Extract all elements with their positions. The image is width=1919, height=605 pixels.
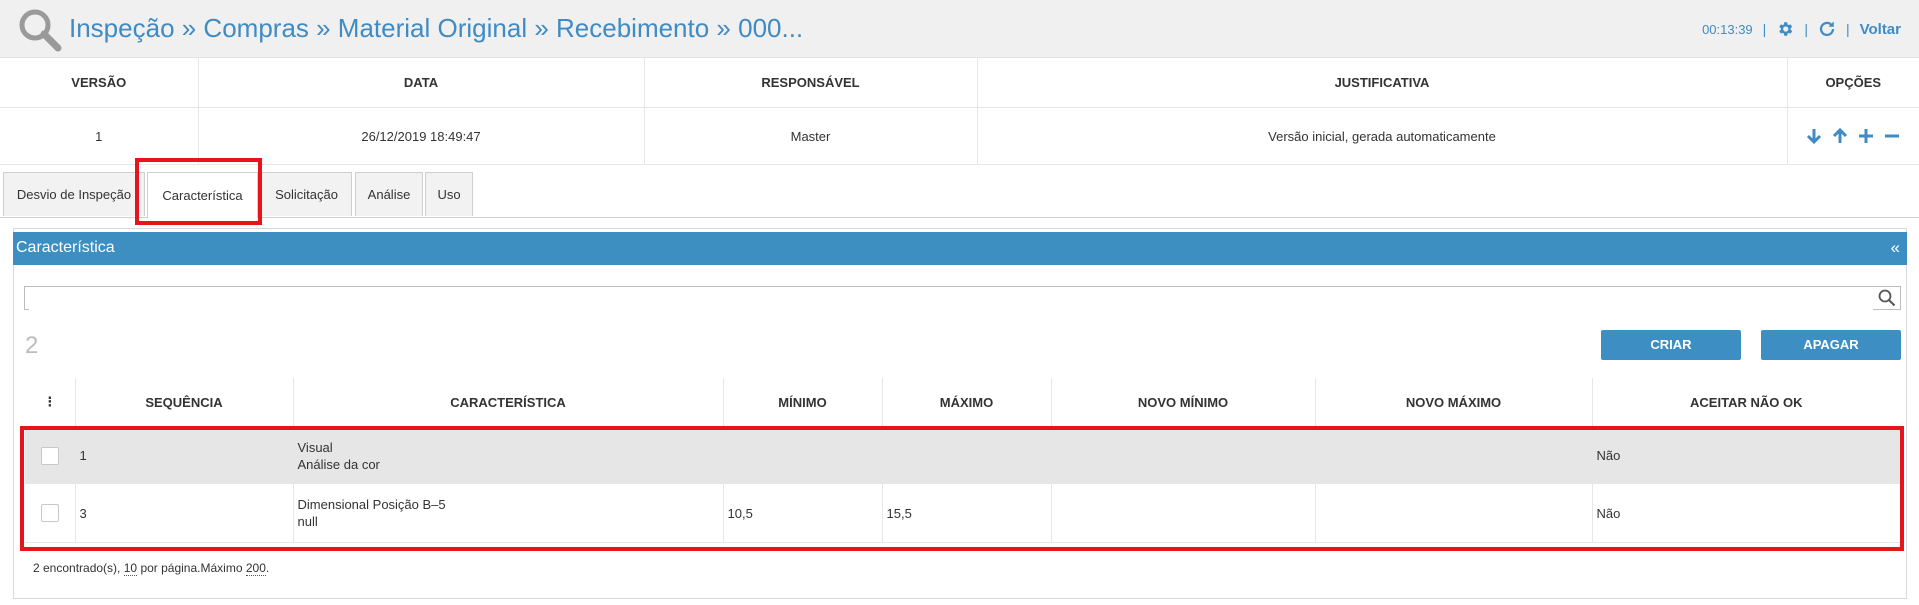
column-header-maximum[interactable]: MÁXIMO	[882, 378, 1052, 427]
version-number: 1	[0, 107, 199, 165]
arrow-up-icon[interactable]	[1832, 128, 1848, 144]
gear-icon[interactable]	[1776, 20, 1794, 38]
arrow-down-icon[interactable]	[1806, 128, 1822, 144]
separator: |	[1845, 21, 1850, 37]
breadcrumb: Inspeção » Compras » Material Original »…	[69, 13, 804, 43]
separator: |	[1804, 21, 1808, 37]
per-page-select[interactable]: 10	[123, 561, 138, 576]
plus-icon[interactable]	[1858, 128, 1874, 144]
app-header: Inspeção » Compras » Material Original »…	[0, 0, 1919, 58]
column-header-characteristic[interactable]: CARACTERÍSTICA	[293, 378, 724, 427]
max-select[interactable]: 200	[245, 561, 266, 576]
version-date: 26/12/2019 18:49:47	[198, 107, 645, 165]
create-button[interactable]: CRIAR	[1601, 330, 1741, 360]
version-row: 1 26/12/2019 18:49:47 Master Versão inic…	[0, 107, 1919, 165]
separator: |	[1762, 21, 1767, 37]
footer-end: .	[265, 561, 270, 575]
pagination-info: 2 encontrado(s), 10 por página.Máximo 20…	[33, 561, 270, 576]
table-header-row: ⋮ SEQUÊNCIA CARACTERÍSTICA MÍNIMO MÁXIMO…	[25, 378, 1900, 427]
session-timer: 00:13:39	[1702, 21, 1753, 37]
column-header-options: OPÇÕES	[1787, 57, 1919, 108]
tab-bar: Desvio de Inspeção Característica Solici…	[0, 170, 1919, 218]
column-menu-button[interactable]: ⋮	[25, 378, 76, 427]
column-header-minimum[interactable]: MÍNIMO	[723, 378, 883, 427]
rows-highlight-box	[20, 426, 1904, 551]
panel-header: Característica «	[13, 232, 1907, 265]
refresh-icon[interactable]	[1818, 20, 1836, 38]
minus-icon[interactable]	[1884, 128, 1900, 144]
version-justification: Versão inicial, gerada automaticamente	[977, 107, 1788, 165]
back-link[interactable]: Voltar	[1860, 21, 1901, 38]
column-header-justification: JUSTIFICATIVA	[977, 57, 1788, 108]
column-header-new-maximum[interactable]: NOVO MÁXIMO	[1315, 378, 1593, 427]
versions-header-row: VERSÃO DATA RESPONSÁVEL JUSTIFICATIVA OP…	[0, 57, 1919, 108]
versions-table: VERSÃO DATA RESPONSÁVEL JUSTIFICATIVA OP…	[0, 57, 1919, 165]
column-header-date: DATA	[198, 57, 645, 108]
column-header-sequence[interactable]: SEQUÊNCIA	[75, 378, 294, 427]
tab-analise[interactable]: Análise	[355, 172, 423, 216]
tab-highlight-box	[135, 158, 262, 225]
tab-uso[interactable]: Uso	[425, 172, 473, 216]
version-options	[1787, 107, 1919, 165]
column-header-responsible: RESPONSÁVEL	[644, 57, 978, 108]
panel-title: Característica	[16, 239, 115, 256]
tab-solicitacao[interactable]: Solicitação	[261, 172, 352, 216]
version-responsible: Master	[644, 107, 978, 165]
found-count: 2 encontrado(s),	[33, 561, 121, 575]
search-icon[interactable]	[1878, 289, 1896, 307]
tab-desvio-de-inspecao[interactable]: Desvio de Inspeção	[3, 172, 145, 216]
header-actions: 00:13:39 | | | Voltar	[1702, 20, 1901, 38]
column-header-new-minimum[interactable]: NOVO MÍNIMO	[1051, 378, 1316, 427]
per-page-text: por página.Máximo	[140, 561, 243, 575]
column-header-accept-not-ok[interactable]: ACEITAR NÃO OK	[1592, 378, 1900, 427]
search-inspection-icon	[19, 9, 62, 52]
search-input[interactable]	[29, 288, 1873, 310]
search-field	[24, 286, 1901, 310]
collapse-button[interactable]: «	[1891, 238, 1900, 258]
delete-button[interactable]: APAGAR	[1761, 330, 1901, 360]
column-header-version: VERSÃO	[0, 57, 199, 108]
record-count: 2	[25, 332, 39, 359]
